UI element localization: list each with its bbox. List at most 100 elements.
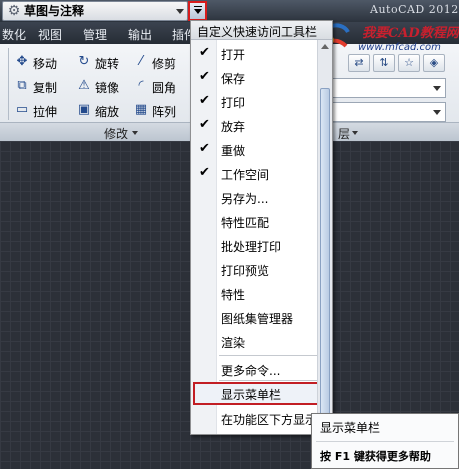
scale-icon: ▣: [77, 102, 91, 117]
tooltip: 显示菜单栏 按 F1 键获得更多帮助: [311, 413, 459, 469]
move-label: 移动: [33, 57, 58, 71]
menu-separator: [219, 355, 317, 356]
menu-item-label: 批处理打印: [221, 240, 282, 254]
array-label: 阵列: [152, 105, 177, 119]
check-icon: ✔: [199, 69, 210, 84]
menu-item-label: 特性: [221, 288, 246, 302]
menu-item-label: 显示菜单栏: [221, 388, 282, 402]
chevron-down-icon: [352, 131, 358, 135]
fillet-label: 圆角: [152, 81, 177, 95]
stretch-label: 拉伸: [33, 105, 58, 119]
panel-title-layer[interactable]: 层: [338, 125, 350, 142]
scale-label: 缩放: [95, 105, 120, 119]
stretch-tool[interactable]: ▭ 拉伸: [14, 100, 74, 120]
copy-label: 复制: [33, 81, 58, 95]
menu-header-label: 自定义快速访问工具栏: [197, 25, 318, 39]
menu-item-batch-plot[interactable]: 批处理打印: [191, 234, 317, 257]
menu-item-label: 更多命令...: [221, 364, 281, 378]
menu-header: 自定义快速访问工具栏: [191, 21, 332, 40]
menu-item-render[interactable]: 渲染: [191, 330, 317, 353]
menu-item-label: 另存为...: [221, 192, 269, 206]
copy-tool[interactable]: ⧉ 复制: [14, 76, 74, 96]
logo-brand: 我要CAD教程网: [362, 26, 459, 41]
customize-bar-icon: [194, 6, 202, 7]
menu-item-more-commands[interactable]: 更多命令...: [191, 358, 317, 381]
menu-item-show-below-ribbon[interactable]: 在功能区下方显示: [191, 407, 317, 430]
workspace-label: 草图与注释: [24, 4, 85, 18]
panel-divider: [8, 48, 9, 120]
menu-item-print[interactable]: ✔ 打印: [191, 90, 317, 113]
qat-customize-menu: 自定义快速访问工具栏 ✔ 打开 ✔ 保存 ✔ 打印 ✔ 放弃 ✔ 重做 ✔ 工作…: [190, 20, 333, 435]
fillet-tool[interactable]: ◜ 圆角: [133, 76, 188, 96]
logo-url: www.mfcad.com: [358, 42, 441, 53]
gear-icon: ⚙: [7, 3, 21, 19]
menu-item-open[interactable]: ✔ 打开: [191, 42, 317, 65]
menu-item-plot-preview[interactable]: 打印预览: [191, 258, 317, 281]
trim-tool[interactable]: ⁄ 修剪: [133, 52, 188, 72]
stretch-icon: ▭: [15, 102, 29, 117]
tooltip-title: 显示菜单栏: [320, 421, 381, 435]
menu-item-label: 打印: [221, 96, 246, 110]
layer-combo[interactable]: [330, 78, 446, 98]
move-icon: ✥: [16, 54, 28, 69]
menu-item-properties[interactable]: 特性: [191, 282, 317, 305]
trim-icon: ⁄: [139, 54, 143, 69]
check-icon: ✔: [199, 93, 210, 108]
chevron-down-icon: [176, 9, 184, 14]
fillet-icon: ◜: [138, 78, 144, 93]
check-icon: ✔: [199, 165, 210, 180]
check-icon: ✔: [199, 45, 210, 60]
tab-view[interactable]: 视图: [38, 26, 62, 43]
chevron-down-icon: [194, 9, 202, 14]
chevron-down-icon: [433, 86, 441, 91]
menu-item-workspace[interactable]: ✔ 工作空间: [191, 162, 317, 185]
mirror-label: 镜像: [95, 81, 120, 95]
menu-item-label: 在功能区下方显示: [221, 413, 318, 427]
scrollbar-thumb[interactable]: [320, 88, 330, 418]
tab-parametric[interactable]: 数化: [2, 26, 26, 43]
rotate-label: 旋转: [95, 57, 120, 71]
menu-item-match-properties[interactable]: 特性匹配: [191, 210, 317, 233]
menu-separator: [219, 380, 317, 381]
workspace-switcher[interactable]: ⚙ 草图与注释: [2, 1, 188, 21]
rotate-tool[interactable]: ↻ 旋转: [76, 52, 136, 72]
menu-scrollbar[interactable]: [317, 40, 332, 434]
panel-title-modify[interactable]: 修改: [104, 125, 128, 142]
tab-output[interactable]: 输出: [128, 26, 152, 43]
tooltip-separator: [316, 441, 454, 442]
app-title: AutoCAD 2012: [370, 3, 459, 16]
menu-item-redo[interactable]: ✔ 重做: [191, 138, 317, 161]
scroll-up-icon[interactable]: [321, 44, 329, 49]
customize-qat-button[interactable]: [188, 1, 207, 21]
check-icon: ✔: [199, 117, 210, 132]
menu-item-label: 图纸集管理器: [221, 312, 294, 326]
check-icon: ✔: [199, 141, 210, 156]
menu-item-undo[interactable]: ✔ 放弃: [191, 114, 317, 137]
menu-item-save-as[interactable]: 另存为...: [191, 186, 317, 209]
copy-icon: ⧉: [17, 78, 27, 93]
rotate-icon: ↻: [78, 54, 90, 69]
array-tool[interactable]: ▦ 阵列: [133, 100, 188, 120]
menu-item-label: 重做: [221, 144, 246, 158]
tooltip-help: 按 F1 键获得更多帮助: [320, 450, 431, 463]
menu-item-label: 保存: [221, 72, 246, 86]
mirror-tool[interactable]: ⚠ 镜像: [76, 76, 136, 96]
tab-manage[interactable]: 管理: [83, 26, 107, 43]
mirror-icon: ⚠: [78, 78, 90, 93]
menu-item-label: 渲染: [221, 336, 246, 350]
scale-tool[interactable]: ▣ 缩放: [76, 100, 136, 120]
chevron-down-icon: [132, 131, 138, 135]
menu-item-save[interactable]: ✔ 保存: [191, 66, 317, 89]
menu-item-show-menubar[interactable]: 显示菜单栏: [193, 382, 319, 405]
chevron-down-icon: [433, 110, 441, 115]
menu-item-sheet-set-manager[interactable]: 图纸集管理器: [191, 306, 317, 329]
menu-item-label: 放弃: [221, 120, 246, 134]
menu-item-label: 打印预览: [221, 264, 270, 278]
menu-item-label: 特性匹配: [221, 216, 270, 230]
trim-label: 修剪: [152, 57, 177, 71]
move-tool[interactable]: ✥ 移动: [14, 52, 74, 72]
menu-item-label: 打开: [221, 48, 246, 62]
menu-item-label: 工作空间: [221, 168, 270, 182]
layer-combo[interactable]: [330, 102, 446, 122]
array-icon: ▦: [134, 102, 148, 117]
